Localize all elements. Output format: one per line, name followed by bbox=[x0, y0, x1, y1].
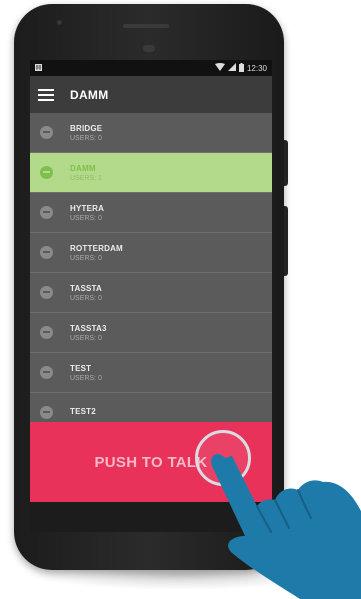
battery-icon bbox=[238, 62, 244, 74]
channel-icon bbox=[40, 246, 53, 259]
channel-list: BRIDGE USERS: 0 DAMM USERS: 1 HYTERA USE… bbox=[30, 113, 272, 433]
channel-item-hytera[interactable]: HYTERA USERS: 0 bbox=[30, 193, 272, 233]
channel-name: TEST2 bbox=[70, 407, 96, 416]
channel-icon bbox=[40, 366, 53, 379]
proximity-sensor bbox=[143, 45, 155, 52]
channel-icon bbox=[40, 326, 53, 339]
channel-item-damm[interactable]: DAMM USERS: 1 bbox=[30, 153, 272, 193]
channel-icon bbox=[40, 286, 53, 299]
channel-users: USERS: 0 bbox=[70, 134, 102, 142]
channel-item-test[interactable]: TEST USERS: 0 bbox=[30, 353, 272, 393]
channel-users: USERS: 0 bbox=[70, 334, 102, 342]
power-button[interactable] bbox=[284, 140, 288, 186]
channel-name: TASSTA bbox=[70, 283, 103, 293]
channel-name: BRIDGE bbox=[70, 123, 103, 133]
volume-button[interactable] bbox=[284, 206, 288, 276]
channel-users: USERS: 0 bbox=[70, 214, 102, 222]
signal-icon bbox=[227, 63, 236, 73]
app-bar: DAMM bbox=[30, 76, 272, 113]
channel-item-bridge[interactable]: BRIDGE USERS: 0 bbox=[30, 113, 272, 153]
clock: 12:30 bbox=[246, 63, 267, 73]
menu-icon[interactable] bbox=[38, 88, 54, 101]
channel-icon bbox=[40, 126, 53, 139]
channel-name: HYTERA bbox=[70, 203, 105, 213]
channel-icon bbox=[40, 406, 53, 419]
channel-users: USERS: 1 bbox=[70, 174, 102, 182]
channel-name: DAMM bbox=[70, 163, 96, 173]
status-bar: 12:30 bbox=[30, 60, 272, 76]
channel-users: USERS: 0 bbox=[70, 294, 102, 302]
channel-users: USERS: 0 bbox=[70, 374, 102, 382]
channel-icon bbox=[40, 166, 53, 179]
channel-name: TEST bbox=[70, 363, 92, 373]
earpiece-speaker bbox=[123, 24, 169, 28]
wifi-icon bbox=[214, 63, 225, 73]
channel-name: TASSTA3 bbox=[70, 323, 107, 333]
channel-users: USERS: 0 bbox=[70, 254, 102, 262]
channel-item-rotterdam[interactable]: ROTTERDAM USERS: 0 bbox=[30, 233, 272, 273]
channel-name: ROTTERDAM bbox=[70, 243, 123, 253]
channel-icon bbox=[40, 206, 53, 219]
app-notification-icon bbox=[35, 63, 42, 73]
page-title: DAMM bbox=[70, 87, 109, 102]
hand-icon bbox=[211, 454, 361, 599]
channel-item-tassta[interactable]: TASSTA USERS: 0 bbox=[30, 273, 272, 313]
front-camera bbox=[56, 19, 63, 26]
channel-item-tassta3[interactable]: TASSTA3 USERS: 0 bbox=[30, 313, 272, 353]
